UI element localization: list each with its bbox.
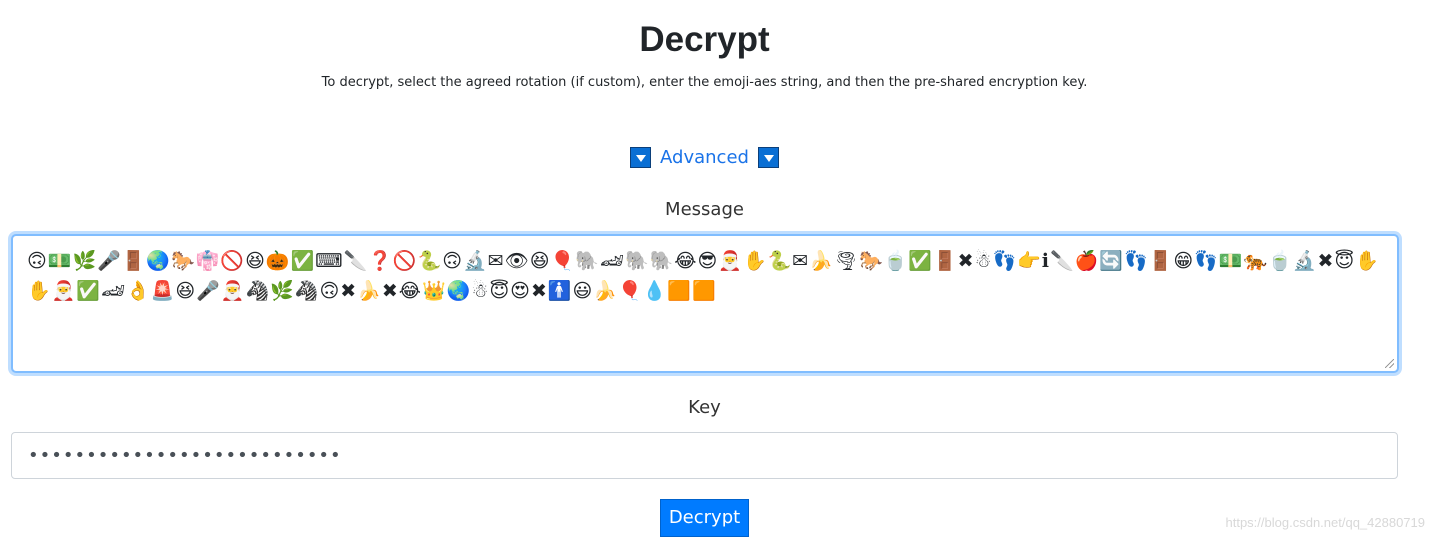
key-password-input[interactable]: ••••••••••••••••••••••••••• [11,432,1398,479]
key-value: ••••••••••••••••••••••••••• [28,445,342,466]
message-label: Message [665,199,744,220]
page-subtitle: To decrypt, select the agreed rotation (… [321,75,1088,90]
message-textarea[interactable]: 🙃💵🌿🎤🚪🌏🐎👘🚫😆🎃✅⌨🔪❓🚫🐍🙃🔬✉👁😆🎈🐘🏎🐘🐘😂😎🎅✋🐍✉🍌🌪🐎🍵✅🚪✖… [11,234,1399,373]
key-label: Key [688,397,721,418]
decrypt-button[interactable]: Decrypt [660,499,749,537]
message-value: 🙃💵🌿🎤🚪🌏🐎👘🚫😆🎃✅⌨🔪❓🚫🐍🙃🔬✉👁😆🎈🐘🏎🐘🐘😂😎🎅✋🐍✉🍌🌪🐎🍵✅🚪✖… [27,250,1380,302]
triangle-down-icon[interactable] [757,147,779,168]
advanced-section: Advanced [0,147,1409,173]
advanced-label[interactable]: Advanced [660,147,749,168]
watermark: https://blog.csdn.net/qq_42880719 [1225,515,1426,530]
advanced-toggle[interactable]: Advanced [630,147,779,168]
triangle-down-icon[interactable] [630,147,652,168]
resize-handle-icon[interactable] [1385,359,1394,368]
page-title: Decrypt [639,20,770,59]
